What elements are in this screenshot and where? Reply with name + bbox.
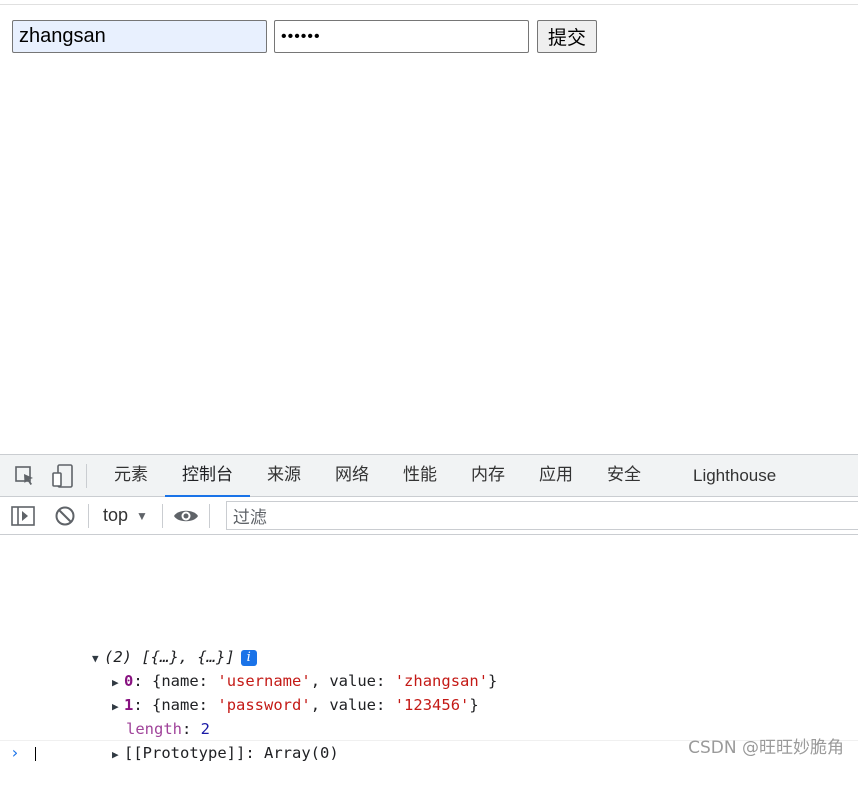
context-selector[interactable]: top ▼ xyxy=(99,505,152,526)
inspect-element-icon[interactable] xyxy=(12,463,38,489)
console-filter-input[interactable]: 过滤 xyxy=(225,501,858,530)
console-prompt-icon: › xyxy=(10,743,20,762)
tab-performance[interactable]: 性能 xyxy=(386,455,454,496)
tab-security[interactable]: 安全 xyxy=(590,455,658,496)
array-item-row[interactable]: ▶ 0: {name: 'username', value: 'zhangsan'… xyxy=(56,645,497,690)
prototype-row[interactable]: ▶ [[Prototype]]: Array(0) xyxy=(56,717,339,762)
array-summary-row[interactable]: ▼ (2) [{…}, {…}] i xyxy=(36,621,257,666)
live-expression-eye-icon[interactable] xyxy=(173,503,199,529)
devtools-tabbar: 元素 控制台 来源 网络 性能 内存 应用 安全 Lighthouse xyxy=(0,454,858,497)
toolbar-separator xyxy=(161,503,163,528)
console-toolbar: top ▼ 过滤 xyxy=(0,497,858,535)
toolbar-separator xyxy=(88,503,89,528)
page-top-border xyxy=(0,4,858,5)
password-input[interactable] xyxy=(274,20,529,53)
item-value: 123456 xyxy=(404,696,461,714)
context-label: top xyxy=(103,505,129,525)
dropdown-arrow-icon: ▼ xyxy=(136,508,148,523)
tab-separator xyxy=(86,463,87,488)
item-name: password xyxy=(226,696,302,714)
array-length-row: length: 2 xyxy=(126,720,211,738)
toolbar-separator xyxy=(208,503,210,528)
tab-network[interactable]: 网络 xyxy=(318,455,386,496)
collapsed-triangle-icon[interactable]: ▶ xyxy=(112,743,124,767)
array-item-row[interactable]: ▶ 1: {name: 'password', value: '123456'} xyxy=(56,669,479,714)
tab-console[interactable]: 控制台 xyxy=(165,455,250,497)
submit-button[interactable]: 提交 xyxy=(537,20,598,53)
login-form: 提交 xyxy=(12,20,598,53)
tab-elements[interactable]: 元素 xyxy=(97,455,165,496)
tab-memory[interactable]: 内存 xyxy=(454,455,522,496)
console-caret[interactable] xyxy=(35,747,36,761)
tab-lighthouse[interactable]: Lighthouse xyxy=(676,455,793,496)
device-toolbar-icon[interactable] xyxy=(50,463,76,489)
filter-placeholder: 过滤 xyxy=(232,508,267,528)
sidebar-toggle-icon[interactable] xyxy=(10,503,36,529)
watermark: CSDN @旺旺妙脆角 xyxy=(688,738,844,758)
devtools-panel: 元素 控制台 来源 网络 性能 内存 应用 安全 Lighthouse top … xyxy=(0,454,858,762)
prototype-value: Array(0) xyxy=(264,744,339,762)
clear-console-icon[interactable] xyxy=(52,503,78,529)
tab-application[interactable]: 应用 xyxy=(522,455,590,496)
prototype-key: [[Prototype]] xyxy=(124,744,246,762)
tab-sources[interactable]: 来源 xyxy=(250,455,318,496)
username-input[interactable] xyxy=(12,20,267,53)
